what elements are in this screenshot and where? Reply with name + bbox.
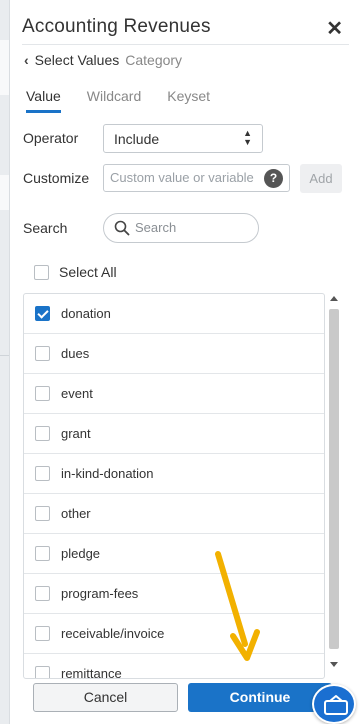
scroll-down-icon[interactable]: [330, 662, 338, 667]
filter-panel: Accounting Revenues ✕ ‹ Select Values Ca…: [9, 0, 361, 724]
continue-button[interactable]: Continue: [188, 683, 332, 712]
operator-label: Operator: [23, 130, 79, 146]
help-icon[interactable]: ?: [264, 169, 283, 188]
list-item-label: dues: [61, 346, 90, 361]
list-item[interactable]: remittance: [24, 654, 324, 679]
background-page-edge: [0, 0, 9, 724]
checkbox-icon: [35, 586, 50, 601]
operator-select[interactable]: Include ▲ ▼: [103, 124, 263, 153]
checkbox-icon: [35, 426, 50, 441]
checkbox-icon: [35, 346, 50, 361]
list-item[interactable]: program-fees: [24, 574, 324, 614]
custom-value-field: ?: [103, 164, 290, 192]
list-item[interactable]: dues: [24, 334, 324, 374]
checkbox-icon: [35, 666, 50, 678]
customize-label: Customize: [23, 170, 90, 186]
list-item-label: program-fees: [61, 586, 139, 601]
list-item-label: pledge: [61, 546, 101, 561]
background-band: [0, 175, 9, 210]
checkbox-icon: [35, 626, 50, 641]
list-item[interactable]: grant: [24, 414, 324, 454]
list-item-label: receivable/invoice: [61, 626, 165, 641]
checkbox-icon: [35, 546, 50, 561]
list-item[interactable]: pledge: [24, 534, 324, 574]
checkbox-checked-icon: [35, 306, 50, 321]
help-widget-button[interactable]: [312, 684, 356, 724]
breadcrumb-back[interactable]: ‹ Select Values Category: [24, 52, 182, 68]
breadcrumb-sublabel: Category: [125, 52, 183, 68]
chevron-left-icon: ‹: [24, 52, 29, 68]
list-item-label: grant: [61, 426, 91, 441]
breadcrumb-label: Select Values: [34, 52, 120, 68]
select-all-label: Select All: [59, 264, 117, 280]
list-item[interactable]: receivable/invoice: [24, 614, 324, 654]
search-icon: [114, 220, 130, 236]
select-all-checkbox[interactable]: Select All: [34, 264, 117, 280]
search-input[interactable]: [135, 220, 250, 235]
list-item[interactable]: donation: [24, 294, 324, 334]
list-item-label: donation: [61, 306, 111, 321]
search-label: Search: [23, 220, 68, 236]
scroll-up-icon[interactable]: [330, 296, 338, 301]
checkbox-icon: [35, 506, 50, 521]
background-band: [0, 40, 9, 95]
background-divider: [0, 355, 9, 356]
list-scrollbar[interactable]: [328, 293, 340, 679]
header-divider: [22, 44, 349, 45]
tab-wildcard[interactable]: Wildcard: [87, 88, 141, 113]
list-item-label: event: [61, 386, 93, 401]
operator-value: Include: [114, 131, 160, 147]
close-icon[interactable]: ✕: [326, 16, 343, 41]
list-item[interactable]: event: [24, 374, 324, 414]
scrollbar-thumb[interactable]: [329, 309, 339, 649]
checkbox-icon: [35, 466, 50, 481]
cancel-button[interactable]: Cancel: [33, 683, 178, 712]
sort-updown-icon: ▲ ▼: [243, 128, 252, 147]
list-item-label: remittance: [61, 666, 122, 679]
tab-value[interactable]: Value: [26, 88, 61, 113]
tab-keyset[interactable]: Keyset: [167, 88, 210, 113]
checkbox-icon: [35, 386, 50, 401]
checkbox-icon: [34, 264, 49, 280]
list-item[interactable]: other: [24, 494, 324, 534]
list-item-label: other: [61, 506, 91, 521]
list-item[interactable]: in-kind-donation: [24, 454, 324, 494]
custom-value-input[interactable]: [110, 170, 258, 185]
search-field: [103, 213, 259, 243]
panel-title: Accounting Revenues: [22, 16, 211, 37]
values-list: donation dues event grant in-kind-donati…: [23, 293, 325, 679]
chat-widget-icon: [324, 695, 348, 715]
add-button[interactable]: Add: [300, 164, 342, 193]
tab-bar: Value Wildcard Keyset: [26, 88, 210, 113]
list-item-label: in-kind-donation: [61, 466, 154, 481]
